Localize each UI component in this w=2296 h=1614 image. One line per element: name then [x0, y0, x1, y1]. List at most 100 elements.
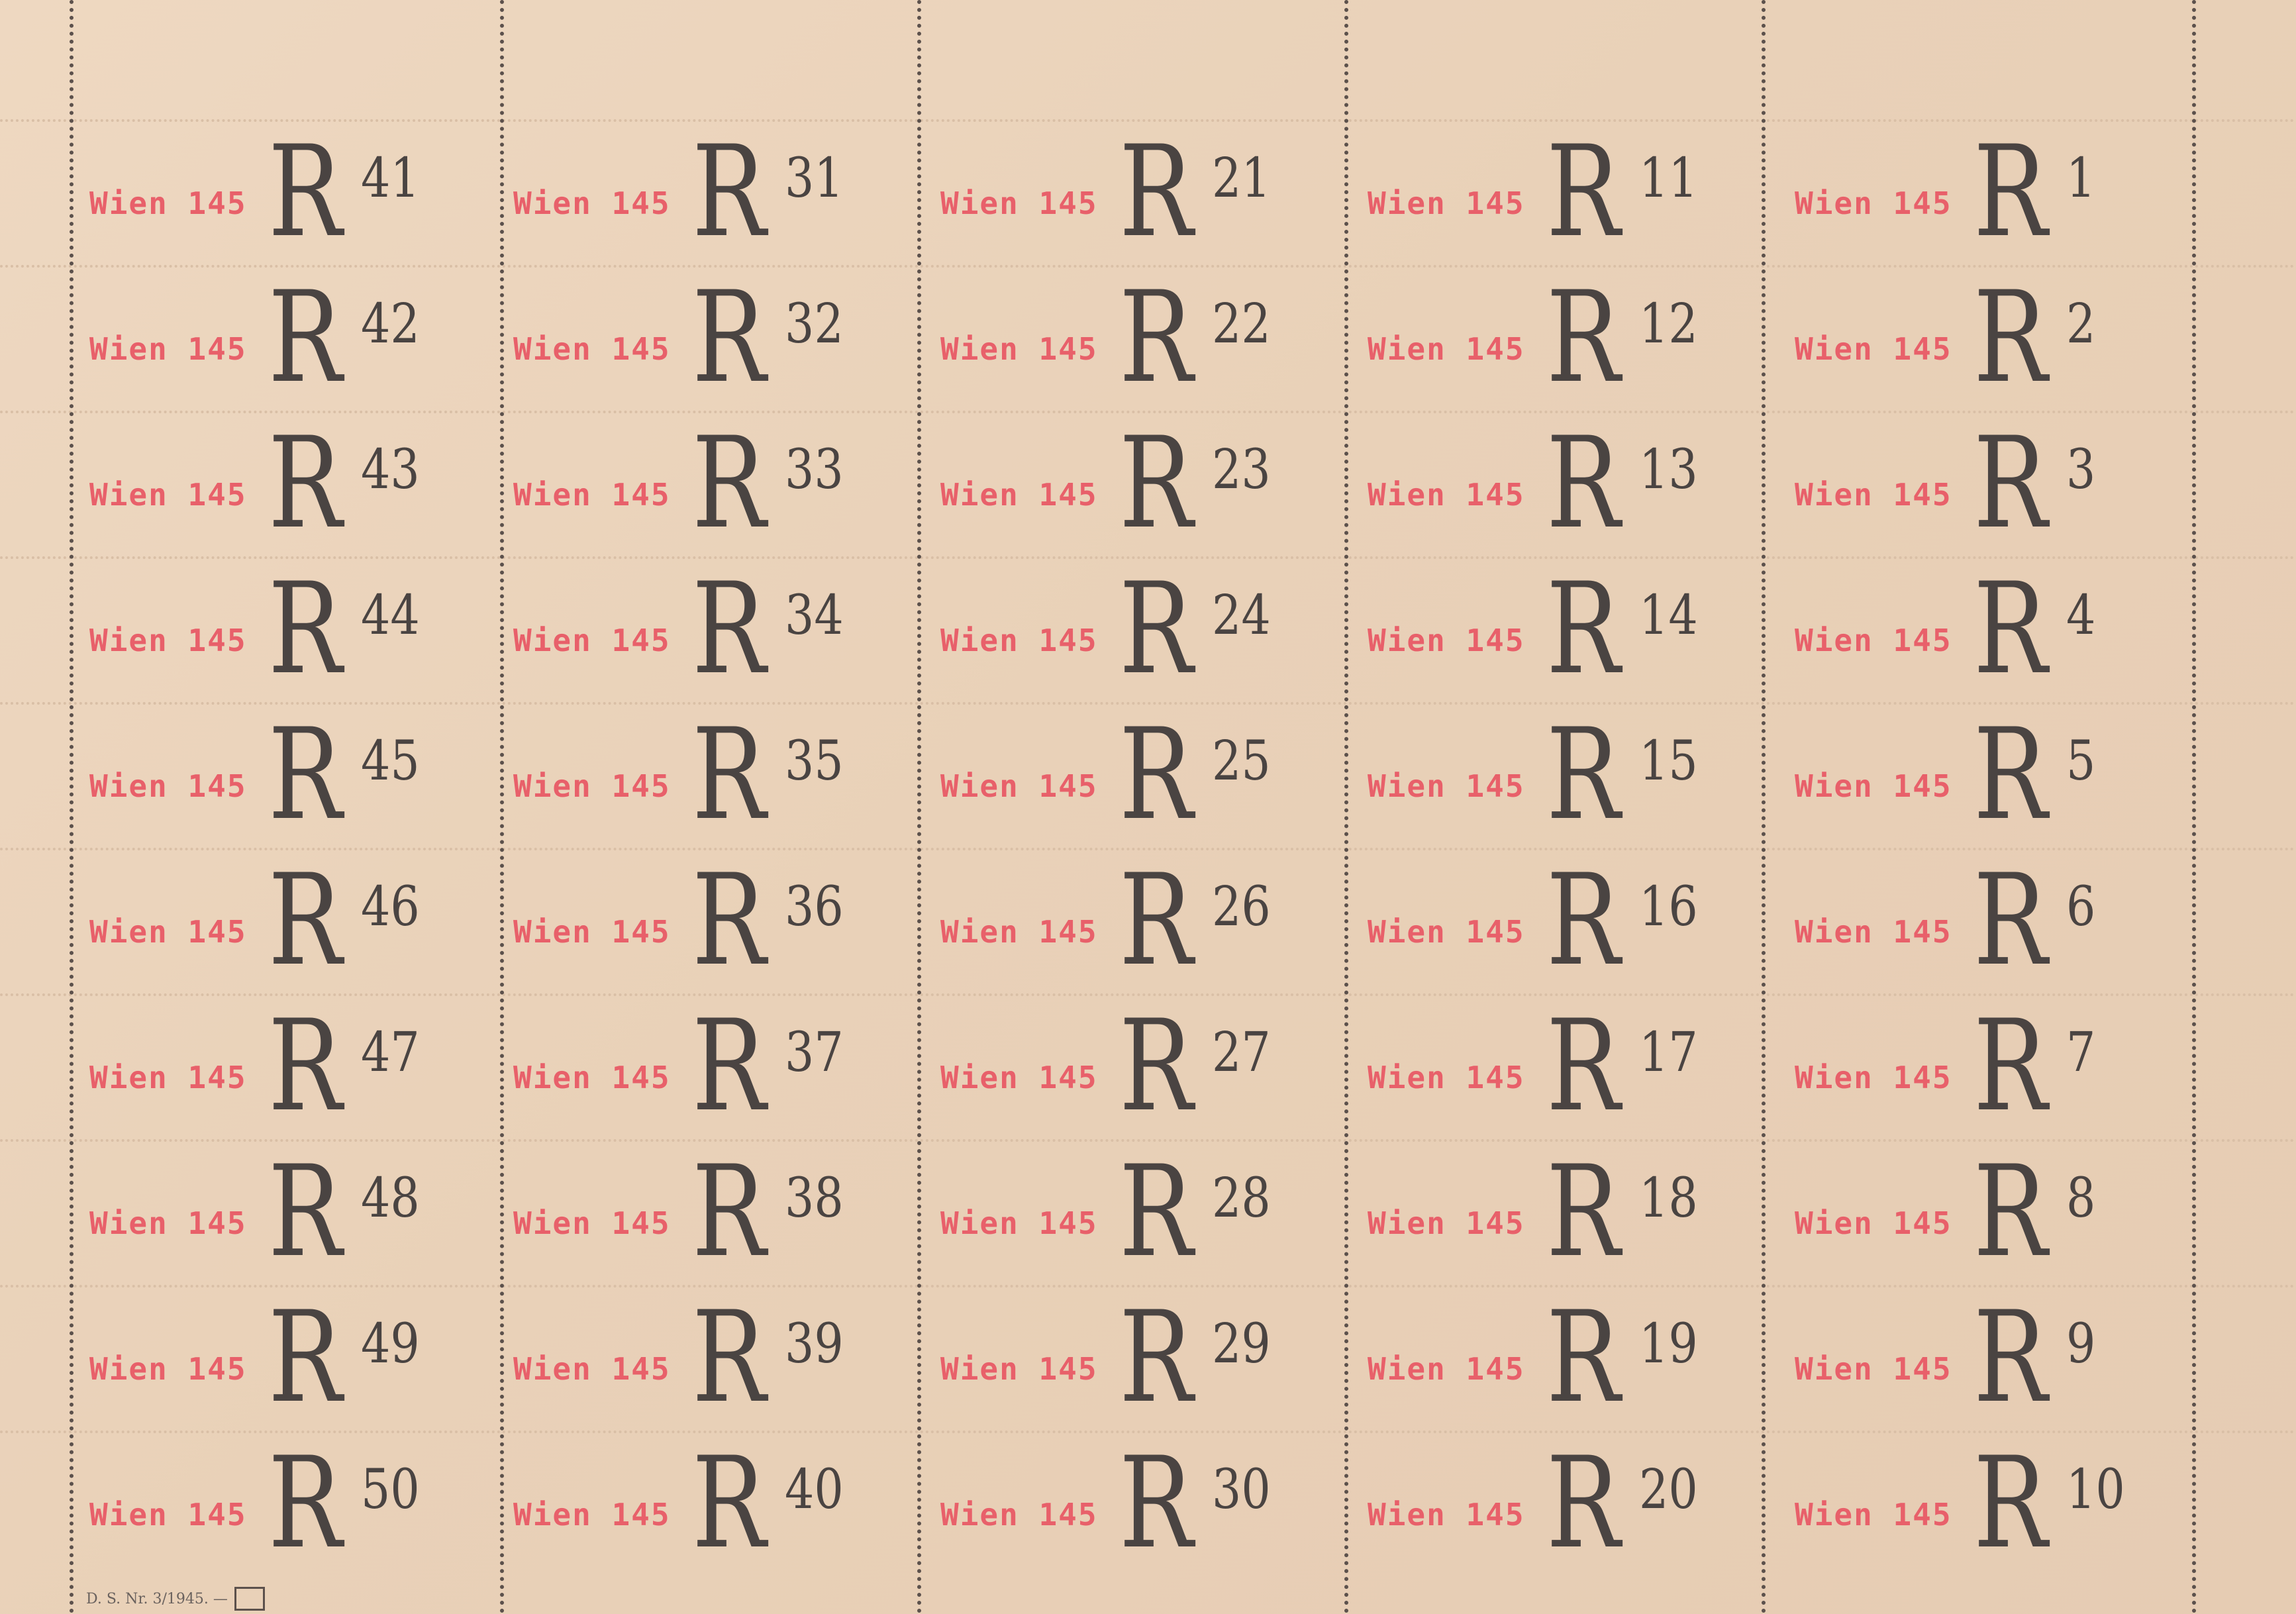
- registered-letter-mark: R: [1119, 701, 1193, 848]
- registered-letter-mark: R: [1119, 556, 1193, 702]
- label-number: 3: [2066, 438, 2096, 501]
- label-grid: Wien 145 R 41 Wien 145 R 42 Wien 145 R 43 Wien 14…: [0, 0, 2296, 1614]
- registered-letter-mark: R: [1973, 119, 2048, 265]
- post-office-name: Wien 145: [1368, 768, 1525, 804]
- registered-letter-mark: R: [268, 264, 342, 411]
- label-number: 26: [1212, 876, 1271, 938]
- registration-label: Wien 145 R 13: [1348, 417, 1745, 550]
- label-number: 45: [361, 730, 420, 793]
- post-office-name: Wien 145: [1368, 477, 1525, 513]
- registration-label: Wien 145 R 30: [921, 1437, 1318, 1570]
- registered-letter-mark: R: [1973, 993, 2048, 1139]
- label-number: 49: [361, 1313, 420, 1376]
- registration-label: Wien 145 R 26: [921, 854, 1318, 987]
- post-office-name: Wien 145: [513, 477, 671, 513]
- registration-label-sheet: Wien 145 R 41 Wien 145 R 42 Wien 145 R 43 Wien 14…: [0, 0, 2296, 1614]
- label-number: 19: [1639, 1313, 1698, 1376]
- registered-letter-mark: R: [268, 556, 342, 702]
- label-number: 32: [785, 293, 844, 356]
- registration-label: Wien 145 R 19: [1348, 1291, 1745, 1424]
- label-number: 34: [785, 584, 844, 647]
- post-office-name: Wien 145: [940, 477, 1098, 513]
- registered-letter-mark: R: [1119, 1138, 1193, 1285]
- registration-label: Wien 145 R 38: [493, 1146, 891, 1278]
- label-number: 35: [785, 730, 844, 793]
- registration-label: Wien 145 R 49: [70, 1291, 467, 1424]
- post-office-name: Wien 145: [1795, 768, 1952, 804]
- registration-label: Wien 145 R 32: [493, 272, 891, 404]
- registration-label: Wien 145 R 48: [70, 1146, 467, 1278]
- registered-letter-mark: R: [1973, 1284, 2048, 1431]
- registered-letter-mark: R: [1119, 993, 1193, 1139]
- post-office-name: Wien 145: [1795, 1205, 1952, 1241]
- registration-label: Wien 145 R 31: [493, 126, 891, 258]
- print-reference: D. S. Nr. 3/1945. —: [86, 1590, 228, 1607]
- registration-label: Wien 145 R 17: [1348, 1000, 1745, 1133]
- registration-label: Wien 145 R 20: [1348, 1437, 1745, 1570]
- registered-letter-mark: R: [692, 701, 766, 848]
- label-number: 39: [785, 1313, 844, 1376]
- label-number: 27: [1212, 1021, 1271, 1084]
- label-number: 23: [1212, 438, 1271, 501]
- label-number: 22: [1212, 293, 1271, 356]
- footer-box: [234, 1587, 265, 1611]
- registration-label: Wien 145 R 47: [70, 1000, 467, 1133]
- registered-letter-mark: R: [1973, 1430, 2048, 1576]
- post-office-name: Wien 145: [940, 914, 1098, 950]
- perforation-column: [1762, 0, 1766, 1614]
- registered-letter-mark: R: [1973, 264, 2048, 411]
- registration-label: Wien 145 R 3: [1775, 417, 2172, 550]
- post-office-name: Wien 145: [1368, 1060, 1525, 1095]
- label-number: 16: [1639, 876, 1698, 938]
- post-office-name: Wien 145: [513, 623, 671, 658]
- registered-letter-mark: R: [1546, 1138, 1621, 1285]
- registered-letter-mark: R: [268, 993, 342, 1139]
- label-number: 10: [2066, 1458, 2125, 1521]
- registration-label: Wien 145 R 24: [921, 563, 1318, 695]
- label-number: 14: [1639, 584, 1698, 647]
- registration-label: Wien 145 R 7: [1775, 1000, 2172, 1133]
- post-office-name: Wien 145: [940, 1351, 1098, 1387]
- post-office-name: Wien 145: [513, 1351, 671, 1387]
- registration-label: Wien 145 R 39: [493, 1291, 891, 1424]
- label-number: 9: [2066, 1313, 2096, 1376]
- registration-label: Wien 145 R 33: [493, 417, 891, 550]
- post-office-name: Wien 145: [1795, 914, 1952, 950]
- label-number: 31: [785, 147, 844, 210]
- registered-letter-mark: R: [1119, 410, 1193, 556]
- registration-label: Wien 145 R 42: [70, 272, 467, 404]
- registered-letter-mark: R: [692, 993, 766, 1139]
- post-office-name: Wien 145: [89, 1060, 247, 1095]
- registration-label: Wien 145 R 11: [1348, 126, 1745, 258]
- label-number: 50: [361, 1458, 420, 1521]
- label-number: 5: [2066, 730, 2096, 793]
- registration-label: Wien 145 R 12: [1348, 272, 1745, 404]
- registered-letter-mark: R: [268, 1430, 342, 1576]
- registered-letter-mark: R: [268, 701, 342, 848]
- label-number: 30: [1212, 1458, 1271, 1521]
- registered-letter-mark: R: [1119, 847, 1193, 993]
- registered-letter-mark: R: [692, 1138, 766, 1285]
- registered-letter-mark: R: [1119, 264, 1193, 411]
- post-office-name: Wien 145: [940, 768, 1098, 804]
- post-office-name: Wien 145: [940, 1497, 1098, 1533]
- label-number: 1: [2066, 147, 2096, 210]
- label-number: 43: [361, 438, 420, 501]
- label-number: 40: [785, 1458, 844, 1521]
- registration-label: Wien 145 R 40: [493, 1437, 891, 1570]
- post-office-name: Wien 145: [1368, 1497, 1525, 1533]
- registration-label: Wien 145 R 23: [921, 417, 1318, 550]
- label-number: 47: [361, 1021, 420, 1084]
- label-number: 37: [785, 1021, 844, 1084]
- registered-letter-mark: R: [1973, 556, 2048, 702]
- registered-letter-mark: R: [268, 410, 342, 556]
- registration-label: Wien 145 R 9: [1775, 1291, 2172, 1424]
- registration-label: Wien 145 R 1: [1775, 126, 2172, 258]
- registered-letter-mark: R: [1546, 410, 1621, 556]
- post-office-name: Wien 145: [940, 331, 1098, 367]
- registration-label: Wien 145 R 18: [1348, 1146, 1745, 1278]
- registered-letter-mark: R: [692, 1284, 766, 1431]
- registered-letter-mark: R: [692, 847, 766, 993]
- registered-letter-mark: R: [268, 1138, 342, 1285]
- post-office-name: Wien 145: [89, 623, 247, 658]
